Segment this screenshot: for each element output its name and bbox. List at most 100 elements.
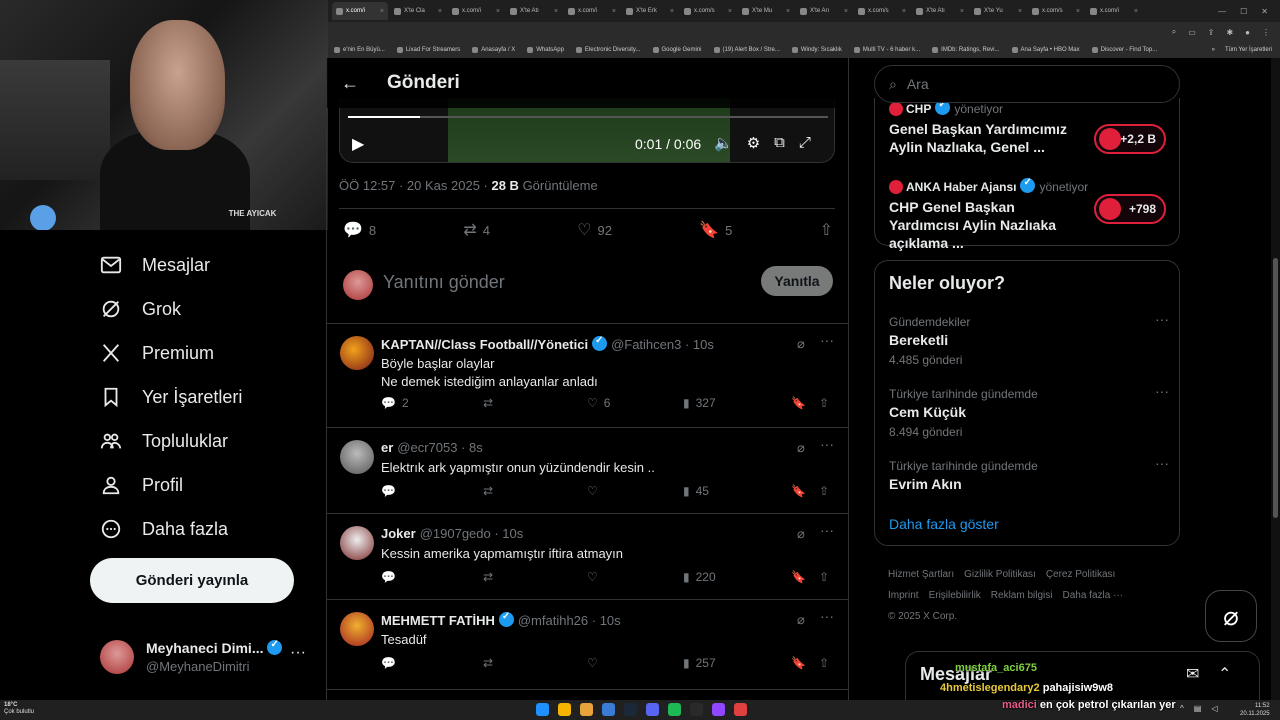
bookmark-item[interactable]: Windy: Sıcaklık bbox=[791, 47, 842, 53]
discord-icon[interactable] bbox=[646, 703, 659, 716]
browser-tab[interactable]: X'te Cla × bbox=[390, 2, 446, 20]
trend-item[interactable]: Türkiye tarihinde gündemde Cem Küçük 8.4… bbox=[889, 383, 1169, 439]
system-tray[interactable]: ^ ▤ ◁ bbox=[1180, 704, 1217, 713]
back-arrow-icon[interactable]: ← bbox=[341, 73, 371, 94]
close-tab-icon[interactable]: × bbox=[380, 8, 384, 15]
browser-tab[interactable]: x.com/i × bbox=[1086, 2, 1142, 20]
network-icon[interactable]: ▤ bbox=[1194, 704, 1202, 713]
more-icon[interactable]: ··· bbox=[290, 644, 306, 662]
browser-tab[interactable]: X'te Erk × bbox=[622, 2, 678, 20]
share-action[interactable]: ⇧ bbox=[819, 570, 829, 584]
repost-action[interactable]: ⇄ bbox=[483, 656, 587, 670]
close-tab-icon[interactable]: × bbox=[670, 8, 674, 15]
expand-up-icon[interactable]: ⌃ bbox=[1218, 664, 1231, 684]
repost-action[interactable]: ⇄ bbox=[483, 484, 587, 498]
bookmark-item[interactable]: Google Gemini bbox=[652, 47, 702, 53]
repost-action[interactable]: ⇄ bbox=[483, 570, 587, 584]
avatar[interactable] bbox=[340, 440, 374, 474]
search-input[interactable]: ⌕ Ara bbox=[874, 65, 1180, 103]
bookmarks-overflow-icon[interactable]: » bbox=[1212, 47, 1215, 53]
bookmark-item[interactable]: WhatsApp bbox=[527, 47, 564, 53]
sidebar-item-premium[interactable]: Premium bbox=[100, 342, 214, 364]
sidebar-item-communities[interactable]: Topluluklar bbox=[100, 430, 228, 452]
avatar[interactable] bbox=[340, 526, 374, 560]
footer-link[interactable]: Imprint bbox=[888, 590, 919, 601]
browser-tab[interactable]: X'te Atı × bbox=[912, 2, 968, 20]
window-controls[interactable]: — ☐ ✕ bbox=[1218, 7, 1280, 16]
close-tab-icon[interactable]: × bbox=[554, 8, 558, 15]
close-tab-icon[interactable]: × bbox=[786, 8, 790, 15]
obs-icon[interactable] bbox=[690, 703, 703, 716]
video-progress-bar[interactable] bbox=[348, 116, 828, 118]
live-listeners-pill[interactable]: +798 bbox=[1094, 194, 1166, 224]
reply-tweet[interactable]: er @ecr7053 · 8s ⌀ ··· Elektrık ark yapmıştı… bbox=[327, 428, 848, 514]
chevron-up-icon[interactable]: ^ bbox=[1180, 704, 1184, 713]
weather-widget[interactable]: 18°C Çok bulutlu bbox=[4, 702, 34, 716]
reply-action[interactable]: 💬 bbox=[381, 570, 483, 584]
like-action[interactable]: ♡ bbox=[587, 570, 683, 584]
reply-input[interactable]: Yanıtını gönder bbox=[383, 272, 505, 293]
footer-link[interactable]: Çerez Politikası bbox=[1046, 569, 1115, 580]
bookmark-item[interactable]: Anasayfa / X bbox=[472, 47, 515, 53]
minimize-icon[interactable]: — bbox=[1218, 7, 1226, 16]
grok-explain-icon[interactable]: ⌀ bbox=[797, 612, 805, 628]
maximize-icon[interactable]: ☐ bbox=[1240, 7, 1247, 16]
repost-action[interactable]: ⇄ 4 bbox=[463, 220, 490, 240]
live-listeners-pill[interactable]: +2,2 B bbox=[1094, 124, 1166, 154]
more-icon[interactable]: ··· bbox=[1155, 383, 1169, 399]
scrollbar-thumb[interactable] bbox=[1273, 258, 1278, 518]
trend-item[interactable]: Türkiye tarihinde gündemde Evrim Akın ··… bbox=[889, 455, 1169, 492]
views-action[interactable]: ▮ 220 bbox=[683, 570, 791, 584]
bookmark-item[interactable]: e'nin En Büyü... bbox=[334, 47, 385, 53]
sidebar-item-grok[interactable]: Grok bbox=[100, 298, 181, 320]
fullscreen-icon[interactable]: ⤢ bbox=[799, 134, 811, 152]
play-icon[interactable]: ▶ bbox=[352, 134, 364, 154]
views-action[interactable]: ▮ 45 bbox=[683, 484, 791, 498]
author-name[interactable]: MEHMETT FATİHH bbox=[381, 613, 495, 628]
share-action[interactable]: ⇧ bbox=[820, 220, 833, 240]
steam-icon[interactable] bbox=[624, 703, 637, 716]
share-action[interactable]: ⇧ bbox=[819, 484, 829, 498]
reply-action[interactable]: 💬 2 bbox=[381, 396, 483, 410]
bookmark-item[interactable]: Multi TV - 6 haber k... bbox=[853, 47, 920, 53]
bookmark-item[interactable]: Electronic Diversity... bbox=[575, 47, 641, 53]
store-icon[interactable] bbox=[602, 703, 615, 716]
share-icon[interactable]: ⇪ bbox=[1208, 28, 1215, 37]
live-event[interactable]: CHP yönetiyor Genel Başkan Yardımcımız Ay… bbox=[889, 99, 1169, 156]
reply-tweet[interactable]: Joker @1907gedo · 10s ⌀ ··· Kessin amerika y… bbox=[327, 514, 848, 600]
more-icon[interactable]: ··· bbox=[820, 436, 834, 452]
footer-link[interactable]: Daha fazla ··· bbox=[1062, 590, 1123, 601]
new-message-icon[interactable]: ✉ bbox=[1186, 664, 1199, 684]
views-action[interactable]: ▮ 257 bbox=[683, 656, 791, 670]
bookmark-action[interactable]: 🔖 bbox=[791, 570, 819, 584]
more-icon[interactable]: ··· bbox=[1155, 311, 1169, 327]
start-icon[interactable] bbox=[536, 703, 549, 716]
close-tab-icon[interactable]: × bbox=[728, 8, 732, 15]
chrome-icon[interactable] bbox=[558, 703, 571, 716]
browser-tab[interactable]: X'te Mu × bbox=[738, 2, 794, 20]
speaker-icon[interactable]: ◁ bbox=[1211, 704, 1217, 713]
browser-tab[interactable]: x.com/i × bbox=[448, 2, 504, 20]
browser-tab[interactable]: x.com/i × bbox=[564, 2, 620, 20]
browser-tab[interactable]: x.com/s × bbox=[854, 2, 910, 20]
close-tab-icon[interactable]: × bbox=[496, 8, 500, 15]
reply-tweet[interactable]: MEHMETT FATİHH @mfatihh26 · 10s ⌀ ··· Tesadü… bbox=[327, 600, 848, 690]
like-action[interactable]: ♡ 6 bbox=[587, 396, 683, 410]
sidebar-item-messages[interactable]: Mesajlar bbox=[100, 254, 210, 276]
close-tab-icon[interactable]: × bbox=[1134, 8, 1138, 15]
close-tab-icon[interactable]: × bbox=[1018, 8, 1022, 15]
post-timestamp[interactable]: ÖÖ 12:57 · 20 Kas 2025 · bbox=[339, 178, 491, 193]
page-scrollbar[interactable] bbox=[1271, 58, 1280, 700]
browser-tab[interactable]: x.com/i × bbox=[332, 2, 388, 20]
share-action[interactable]: ⇧ bbox=[819, 656, 829, 670]
bookmark-item[interactable]: Discover - Find Top... bbox=[1091, 47, 1157, 53]
settings-icon[interactable]: ⚙ bbox=[747, 134, 760, 152]
folder-icon[interactable] bbox=[580, 703, 593, 716]
like-action[interactable]: ♡ bbox=[587, 484, 683, 498]
grok-floating-button[interactable]: ⌀ bbox=[1205, 590, 1257, 642]
more-icon[interactable]: ··· bbox=[1155, 455, 1169, 471]
close-tab-icon[interactable]: × bbox=[844, 8, 848, 15]
sidebar-item-bookmarks[interactable]: Yer İşaretleri bbox=[100, 386, 242, 408]
browser-tab[interactable]: X'te Arı × bbox=[796, 2, 852, 20]
all-bookmarks-link[interactable]: Tüm Yer İşaretleri bbox=[1225, 47, 1272, 53]
